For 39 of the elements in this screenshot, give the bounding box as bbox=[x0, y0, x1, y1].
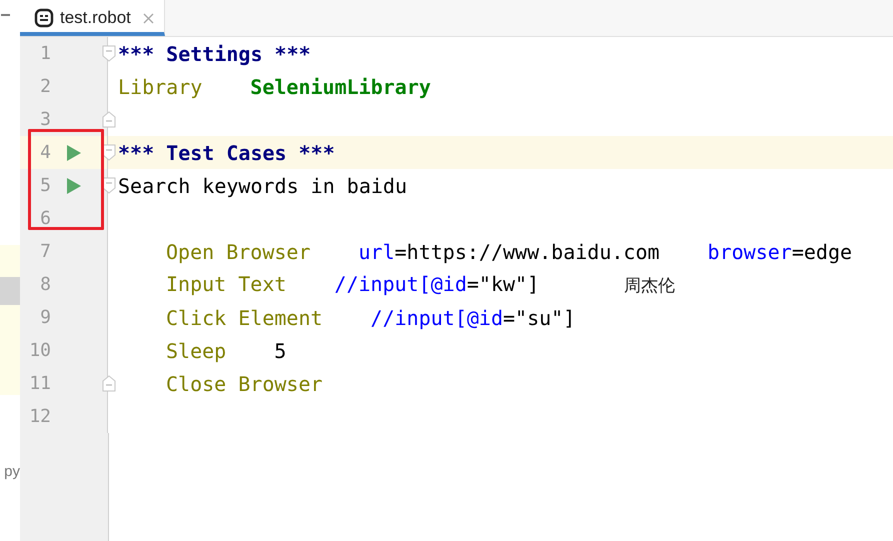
line-number: 6 bbox=[40, 208, 51, 229]
file-name[interactable]: py bbox=[4, 463, 20, 480]
keyword: Input Text bbox=[166, 272, 286, 297]
run-icon[interactable] bbox=[67, 178, 81, 194]
fold-icon[interactable] bbox=[102, 45, 116, 62]
line-number: 3 bbox=[40, 109, 51, 130]
code-text: browser=edge bbox=[708, 240, 852, 264]
fold-end-icon[interactable] bbox=[102, 111, 116, 128]
code-text: 5 bbox=[274, 338, 286, 362]
code-text: Library bbox=[118, 74, 202, 98]
line-number: 12 bbox=[29, 406, 51, 427]
code-text: Search keywords in baidu bbox=[118, 174, 407, 198]
keyword: Sleep bbox=[166, 338, 226, 362]
fold-end-icon[interactable] bbox=[102, 375, 116, 392]
code-text: 周杰伦 bbox=[624, 275, 676, 297]
line-number: 2 bbox=[40, 76, 51, 97]
keyword: Click Element bbox=[166, 306, 323, 330]
run-icon[interactable] bbox=[67, 145, 81, 161]
line-number: 8 bbox=[40, 274, 51, 295]
line-number: 7 bbox=[40, 241, 51, 262]
file-tab[interactable]: test.robot bbox=[20, 0, 165, 36]
code-text: //input[@id="kw"] bbox=[334, 272, 540, 297]
line-number: 10 bbox=[29, 340, 51, 361]
fold-icon[interactable] bbox=[102, 177, 116, 194]
line-number: 9 bbox=[40, 307, 51, 328]
close-icon[interactable] bbox=[142, 12, 154, 24]
code-text: SeleniumLibrary bbox=[250, 74, 431, 98]
line-number: 5 bbox=[40, 175, 51, 196]
line-number: 1 bbox=[40, 43, 51, 64]
code-text: //input[@id="su"] bbox=[370, 306, 576, 330]
line-number: 4 bbox=[40, 142, 51, 163]
fold-icon[interactable] bbox=[102, 144, 116, 161]
code-text: url=https://www.baidu.com bbox=[358, 240, 660, 264]
line-number: 11 bbox=[29, 373, 51, 394]
keyword: Close Browser bbox=[166, 372, 323, 396]
robot-icon bbox=[34, 8, 54, 28]
code-text: *** Test Cases *** bbox=[118, 140, 335, 164]
code-text: *** Settings *** bbox=[118, 42, 311, 66]
keyword: Open Browser bbox=[166, 240, 310, 264]
